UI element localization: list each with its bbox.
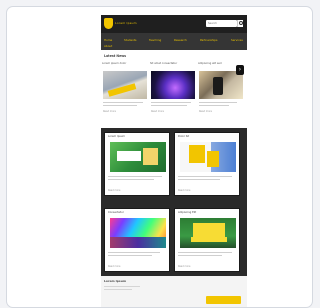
feature-tile[interactable]: Dolor Sit Read more [174, 132, 240, 196]
search-icon[interactable] [237, 20, 243, 27]
bottom-text [104, 286, 140, 287]
tile-title[interactable]: Dolor Sit [178, 135, 189, 138]
news-card-title[interactable]: Sit amet consectetur [150, 62, 194, 65]
feature-tile[interactable]: Consectetur Read more [104, 208, 170, 272]
news-card-text [103, 102, 143, 103]
main-navigation: Home Students Teaching Research Partners… [101, 33, 247, 50]
tile-title[interactable]: Consectetur [108, 211, 124, 214]
news-card-link[interactable]: Read more [151, 110, 164, 113]
nav-item-students[interactable]: Students [124, 38, 136, 42]
chevron-right-icon[interactable]: › [236, 65, 244, 75]
tile-link[interactable]: Read more [108, 265, 120, 268]
news-card[interactable]: Lorem ipsum dolor Read more [101, 62, 147, 124]
shield-logo-icon[interactable] [104, 18, 113, 29]
feature-tile[interactable]: Lorem Ipsum Read more [104, 132, 170, 196]
tile-image[interactable] [180, 142, 236, 172]
tile-image[interactable] [110, 218, 166, 248]
news-card-title[interactable]: Adipiscing elit sed [198, 62, 242, 65]
bottom-title: Lorem Ipsum [104, 279, 126, 283]
tile-text [108, 176, 162, 177]
site-name[interactable]: Lorem Ipsum [115, 21, 137, 25]
nav-item-services[interactable]: Services [231, 38, 243, 42]
nav-item-research[interactable]: Research [174, 38, 187, 42]
news-card-text [151, 105, 187, 106]
nav-item-partnerships[interactable]: Partnerships [200, 38, 217, 42]
tile-text [108, 255, 152, 256]
tile-text [108, 252, 160, 253]
tile-link[interactable]: Read more [178, 265, 190, 268]
news-card-text [103, 105, 137, 106]
site-header: Lorem Ipsum Search [101, 15, 247, 33]
website-page: Lorem Ipsum Search Home Students Teachin… [101, 15, 247, 307]
news-card-text [199, 105, 229, 106]
tile-image[interactable] [180, 218, 236, 248]
news-card-text [151, 102, 191, 103]
search-input[interactable]: Search [206, 20, 237, 27]
tile-link[interactable]: Read more [178, 189, 190, 192]
tile-image[interactable] [110, 142, 166, 172]
tile-title[interactable]: Adipiscing Elit [178, 211, 196, 214]
news-card-link[interactable]: Read more [199, 110, 212, 113]
news-card-link[interactable]: Read more [103, 110, 116, 113]
news-heading: Latest News [104, 54, 127, 58]
nav-item-home[interactable]: Home [104, 38, 112, 42]
tile-text [178, 255, 222, 256]
feature-tile[interactable]: Adipiscing Elit Read more [174, 208, 240, 272]
tile-text [178, 176, 232, 177]
nav-item-about[interactable]: About [104, 44, 112, 48]
cta-button[interactable] [206, 296, 241, 304]
tile-link[interactable]: Read more [108, 189, 120, 192]
news-card-image[interactable] [103, 71, 147, 99]
news-card-image[interactable] [151, 71, 195, 99]
news-card-image[interactable] [199, 71, 243, 99]
bottom-panel: Lorem Ipsum [101, 276, 247, 307]
news-card-text [199, 102, 237, 103]
tile-title[interactable]: Lorem Ipsum [108, 135, 125, 138]
preview-frame: Lorem Ipsum Search Home Students Teachin… [6, 6, 313, 308]
news-card[interactable]: Sit amet consectetur Read more [149, 62, 195, 124]
news-section: Latest News Lorem ipsum dolor Read more … [101, 50, 247, 128]
tile-text [108, 179, 154, 180]
nav-item-teaching[interactable]: Teaching [149, 38, 161, 42]
tile-text [178, 179, 220, 180]
bottom-text [104, 289, 132, 290]
tile-text [178, 252, 232, 253]
news-card-title[interactable]: Lorem ipsum dolor [102, 62, 146, 65]
